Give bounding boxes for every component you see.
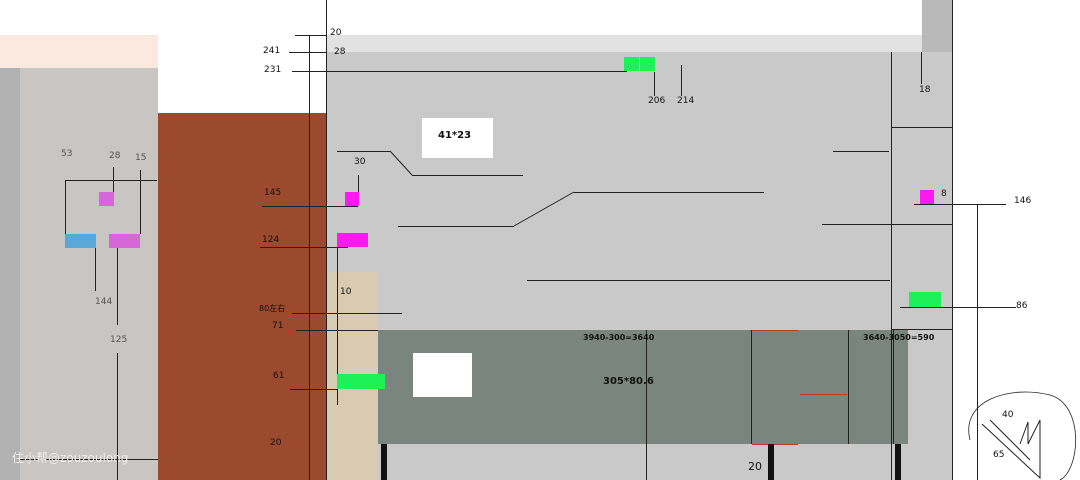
- outlet-magenta-single: [345, 192, 359, 206]
- outlet-green-right: [909, 292, 941, 307]
- outlet-green-triple: [337, 374, 385, 389]
- outlet-magenta-double: [337, 233, 368, 247]
- dim-label-145: 145: [264, 188, 282, 198]
- cabinet-size-label: 305*80.6: [603, 376, 654, 387]
- dim-label-65: 65: [993, 450, 1005, 460]
- dim-label-124: 124: [262, 235, 280, 245]
- dim-label-61: 61: [273, 371, 285, 381]
- dim-label-80: 80左右: [259, 304, 286, 313]
- watermark: 住小帮@zouzoulong: [12, 451, 129, 465]
- dim-label-30: 30: [354, 157, 366, 167]
- dim-label-53: 53: [61, 149, 73, 159]
- dim-label-28-top: 28: [334, 47, 346, 57]
- calc-label-right: 3640-3050=590: [863, 333, 935, 342]
- slant-lines: [389, 150, 1077, 480]
- dim-label-15: 15: [135, 153, 147, 163]
- dim-label-125: 125: [110, 335, 128, 345]
- dim-label-206: 206: [648, 96, 666, 106]
- dim-label-10: 10: [340, 287, 352, 297]
- dim-label-146: 146: [1014, 196, 1032, 206]
- calc-label-left: 3940-300=3640: [583, 333, 655, 342]
- dim-label-18: 18: [919, 85, 931, 95]
- outlet-magenta-right: [920, 190, 934, 204]
- dim-label-top-20: 20: [330, 28, 342, 38]
- dim-label-214: 214: [677, 96, 695, 106]
- dim-label-241: 241: [263, 46, 281, 56]
- dim-label-20-mid: 20: [748, 460, 762, 473]
- dim-label-144: 144: [95, 297, 113, 307]
- dim-label-20-left: 20: [270, 438, 282, 448]
- dim-label-8: 8: [941, 189, 947, 199]
- dim-label-71: 71: [272, 321, 284, 331]
- small-panel-label: 41*23: [438, 130, 472, 141]
- outlet-blue-double: [65, 234, 96, 248]
- dim-label-28-left: 28: [109, 151, 121, 161]
- outlet-pink-double: [109, 234, 140, 248]
- dim-label-231: 231: [264, 65, 282, 75]
- dim-label-40: 40: [1002, 410, 1014, 420]
- outlet-pink-single: [99, 192, 114, 206]
- dim-label-86: 86: [1016, 301, 1028, 311]
- outlet-divider: [639, 57, 640, 71]
